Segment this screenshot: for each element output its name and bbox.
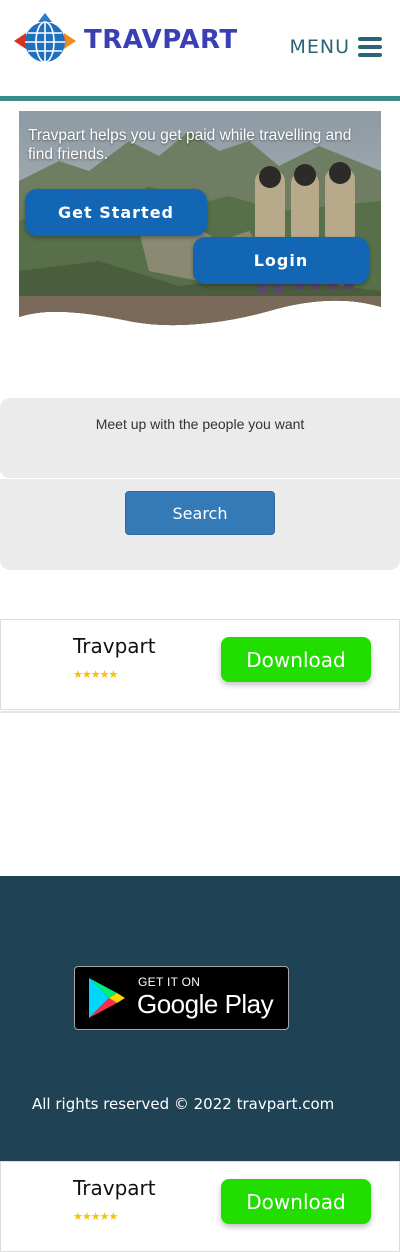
search-header: Meet up with the people you want <box>0 398 400 478</box>
google-play-small-text: GET IT ON <box>138 975 201 989</box>
app-name: Travpart <box>73 634 156 658</box>
app-download-banner: Travpart ★★★★★ Download <box>0 619 400 710</box>
search-button[interactable]: Search <box>125 491 275 535</box>
hero-banner: Travpart helps you get paid while travel… <box>19 111 381 329</box>
google-play-badge[interactable]: GET IT ON Google Play <box>74 966 289 1030</box>
get-started-button[interactable]: Get Started <box>25 189 207 236</box>
app-name: Travpart <box>73 1176 156 1200</box>
hero-tagline: Travpart helps you get paid while travel… <box>28 127 352 163</box>
menu-label: MENU <box>289 36 350 58</box>
hamburger-icon <box>358 37 382 57</box>
rating-stars-icon: ★★★★★ <box>73 1211 118 1223</box>
site-footer: GET IT ON Google Play All rights reserve… <box>0 876 400 1161</box>
search-panel: Meet up with the people you want Search <box>0 398 400 570</box>
download-button[interactable]: Download <box>221 1179 371 1224</box>
google-play-big-text: Google Play <box>137 989 274 1019</box>
download-button[interactable]: Download <box>221 637 371 682</box>
menu-button[interactable]: MENU <box>289 36 382 58</box>
app-download-banner-bottom: Travpart ★★★★★ Download <box>0 1161 400 1252</box>
search-title: Meet up with the people you want <box>95 416 305 432</box>
rating-stars-icon: ★★★★★ <box>73 669 118 681</box>
search-actions: Search <box>0 478 400 570</box>
brand-name: TRAVPART <box>84 25 238 55</box>
site-header: TRAVPART MENU <box>0 0 400 96</box>
travpart-logo[interactable]: TRAVPART <box>12 12 238 68</box>
google-play-icon <box>89 978 125 1018</box>
banner-divider <box>0 711 400 713</box>
globe-logo-icon <box>14 13 76 63</box>
login-button[interactable]: Login <box>193 237 369 284</box>
header-divider <box>0 96 400 101</box>
copyright-text: All rights reserved © 2022 travpart.com <box>32 1095 335 1113</box>
